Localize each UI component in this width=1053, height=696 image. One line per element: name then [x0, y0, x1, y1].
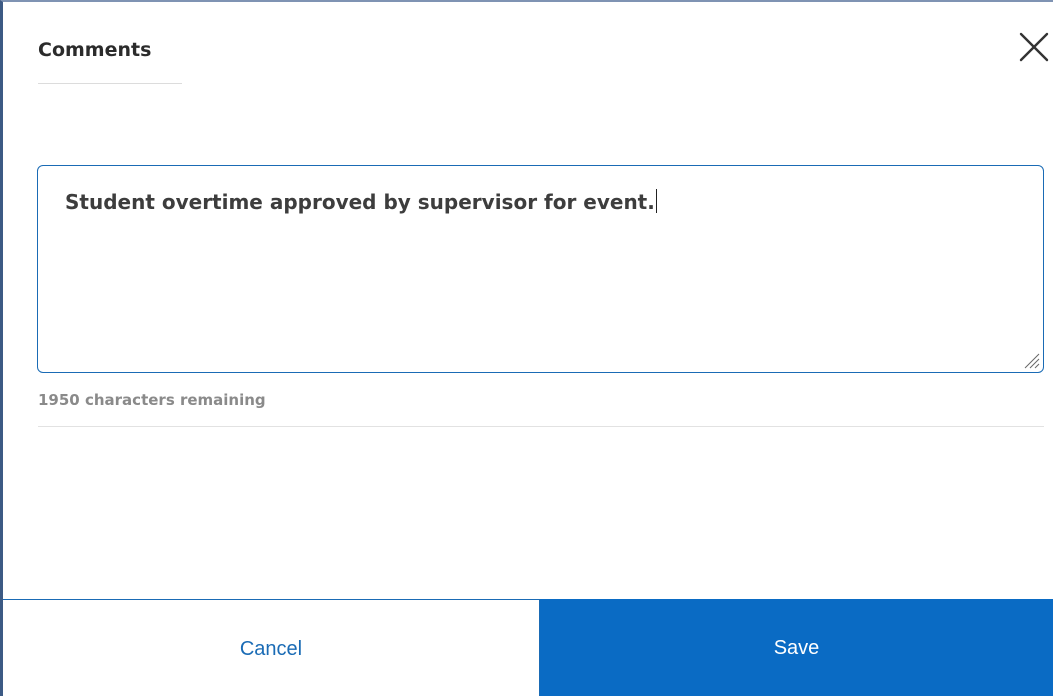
close-button[interactable]	[1015, 30, 1051, 66]
cancel-button[interactable]: Cancel	[3, 599, 540, 696]
save-button[interactable]: Save	[540, 599, 1053, 696]
dialog-title: Comments	[38, 39, 152, 61]
dialog-footer: Cancel Save	[3, 599, 1053, 696]
characters-remaining: 1950 characters remaining	[38, 391, 266, 409]
text-caret	[655, 189, 657, 213]
comment-textarea[interactable]: Student overtime approved by supervisor …	[37, 165, 1044, 373]
title-wrap: Comments	[38, 37, 182, 84]
resize-handle-icon[interactable]	[1022, 351, 1040, 369]
comments-dialog: Comments Student overtime approved by su…	[0, 0, 1053, 696]
comment-text: Student overtime approved by supervisor …	[65, 190, 655, 214]
close-icon	[1019, 32, 1049, 62]
divider	[38, 426, 1044, 427]
